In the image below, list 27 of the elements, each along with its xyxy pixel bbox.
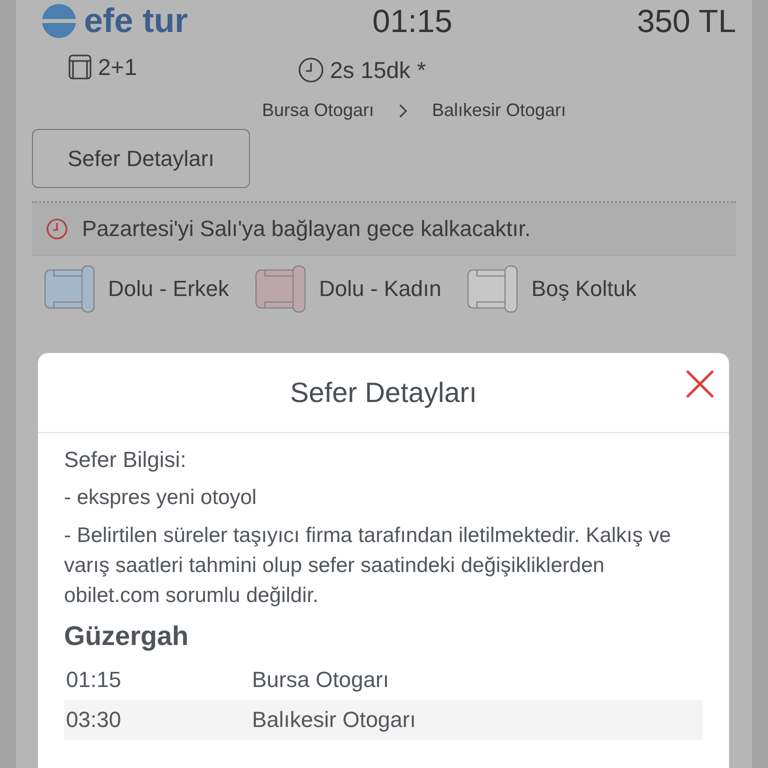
stop-station: Bursa Otogarı (252, 667, 389, 693)
route-heading: Güzergah (64, 621, 190, 652)
clock-icon (298, 57, 324, 83)
close-button[interactable] (685, 369, 715, 399)
legend-label: Dolu - Kadın (319, 276, 442, 302)
notice-text: Pazartesi'yi Salı'ya bağlayan gece kalkacaktır. (82, 216, 531, 242)
seat-icon (68, 54, 92, 80)
stop-time: 03:30 (66, 707, 122, 733)
departure-time: 01:15 (372, 2, 452, 40)
feature-text: 2+1 (98, 54, 138, 80)
origin-station: Bursa Otogarı (262, 100, 374, 121)
dialog-title: Sefer Detayları (290, 376, 477, 408)
chevron-icon (398, 104, 408, 118)
logo-icon (42, 4, 76, 38)
section-heading: Sefer Bilgisi: (64, 447, 188, 473)
feature-text: 2s 15dk * (330, 56, 426, 84)
clock-icon (46, 218, 68, 240)
price: 350 TL (636, 2, 736, 40)
destination-station: Balıkesir Otogarı (432, 100, 566, 121)
legend-label: Dolu - Erkek (108, 276, 230, 302)
info-text: - ekspres yeni otoyol (64, 485, 258, 511)
legend-label: Boş Koltuk (531, 276, 637, 302)
brand-name: efe tur (84, 2, 188, 40)
stop-time: 01:15 (66, 667, 122, 693)
stop-station: Balıkesir Otogarı (252, 707, 416, 733)
info-text: - Belirtilen süreler taşıyıcı firma tarafından iletilmektedir. Kalkış ve varış saatleri tahmini olup sefer saatindeki değişikliklerden obilet.com sorumlu değildir. (64, 523, 672, 609)
details-button[interactable]: Sefer Detayları (32, 129, 250, 188)
